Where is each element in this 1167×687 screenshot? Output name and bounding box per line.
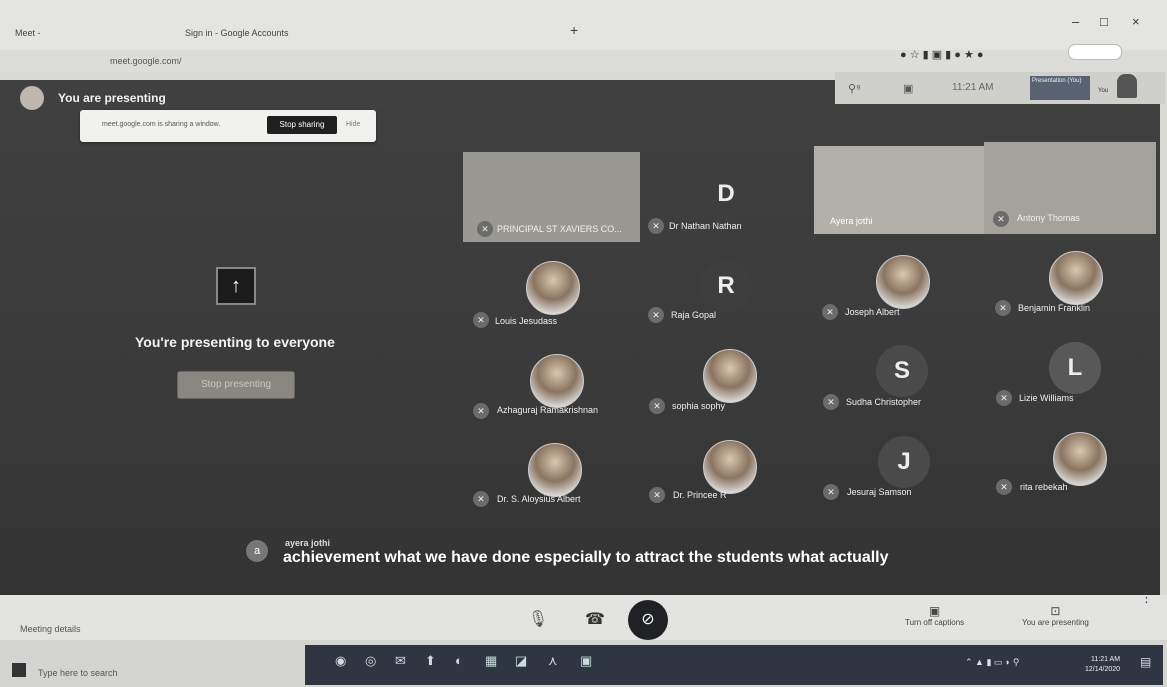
url-text[interactable]: meet.google.com/	[110, 56, 182, 66]
taskbar-search-input[interactable]: Type here to search	[38, 668, 118, 678]
store-icon[interactable]: ⬆	[425, 653, 436, 669]
share-notice: meet.google.com is sharing a window.	[102, 121, 221, 128]
browser-tab-google-accounts[interactable]: Sign in - Google Accounts	[185, 28, 289, 38]
participant-photo	[876, 255, 930, 309]
close-window-button[interactable]: ×	[1132, 14, 1140, 29]
mic-off-icon: ✕	[822, 304, 838, 320]
settings-icon[interactable]: ▣	[580, 653, 592, 669]
captions-icon: ▣	[928, 604, 941, 618]
mic-off-icon: ✕	[473, 312, 489, 328]
meeting-details-button[interactable]: Meeting details	[20, 624, 81, 634]
you-are-presenting-title: You are presenting	[58, 91, 166, 105]
participant-initial-avatar: J	[878, 436, 930, 488]
mic-off-icon: ✕	[823, 484, 839, 500]
participant-initial-avatar: R	[700, 260, 752, 312]
people-icon[interactable]: ⚲⁹	[848, 82, 861, 95]
stop-sharing-button[interactable]: Stop sharing	[267, 116, 337, 134]
participant-photo	[526, 261, 580, 315]
mic-off-icon: ✕	[648, 307, 664, 323]
participant-name: PRINCIPAL ST XAVIERS CO...	[497, 224, 622, 234]
present-upload-icon: ↑	[216, 267, 256, 305]
participant-name: Joseph Albert	[845, 307, 900, 317]
present-icon: ⊡	[1050, 604, 1061, 618]
new-tab-button[interactable]: +	[570, 22, 578, 38]
participant-photo	[1049, 251, 1103, 305]
presentation-thumbnail[interactable]: Presentation (You)	[1030, 76, 1090, 100]
meet-clock: 11:21 AM	[952, 82, 994, 93]
participant-name: Louis Jesudass	[495, 316, 558, 326]
participant-initial-avatar: S	[876, 345, 928, 397]
presenting-heading: You're presenting to everyone	[135, 334, 335, 350]
end-call-icon[interactable]: ☎	[575, 600, 615, 640]
mic-off-icon: ✕	[649, 487, 665, 503]
mic-off-icon: ✕	[996, 479, 1012, 495]
minimize-button[interactable]: –	[1072, 14, 1079, 29]
explorer-icon[interactable]: ▦	[485, 653, 497, 669]
participant-name: Dr. Princee R	[673, 490, 727, 500]
participant-name: Azhaguraj Ramakrishnan	[497, 405, 599, 415]
mic-off-icon: ✕	[995, 300, 1011, 316]
mic-off-icon: ✕	[477, 221, 493, 237]
participant-photo	[703, 349, 757, 403]
participant-name: Sudha Christopher	[846, 397, 922, 407]
participant-initial-avatar: L	[1049, 342, 1101, 394]
participant-photo	[1053, 432, 1107, 486]
participant-photo	[530, 354, 584, 408]
chrome-icon[interactable]: ◉	[335, 653, 346, 669]
mic-off-icon: ✕	[993, 211, 1009, 227]
participant-name: Benjamin Franklin	[1018, 303, 1091, 313]
stop-presenting-button[interactable]: Stop presenting	[177, 371, 295, 399]
browser-tab-strip	[0, 0, 1167, 50]
caption-text: achievement what we have done especially…	[283, 549, 889, 566]
participant-name: Lizie Williams	[1019, 393, 1074, 403]
microphone-icon[interactable]: 🎙	[518, 600, 558, 640]
participant-name: Ayera jothi	[830, 216, 873, 226]
captions-button[interactable]: ▣ Turn off captions	[905, 604, 964, 627]
windows-start-icon[interactable]	[12, 663, 26, 677]
caption-speaker-avatar: a	[246, 540, 268, 562]
acrobat-icon[interactable]: ⋏	[548, 653, 558, 669]
more-options-icon[interactable]: ⋮	[1140, 590, 1153, 606]
taskbar-clock[interactable]: 11:21 AM 12/14/2020	[1085, 655, 1120, 675]
participant-name: Antony Thomas	[1017, 213, 1080, 223]
participant-photo	[528, 443, 582, 497]
mic-off-icon: ✕	[473, 491, 489, 507]
self-label: You	[1098, 88, 1109, 94]
avatar	[20, 86, 44, 110]
mail-icon[interactable]: ✉	[395, 653, 406, 669]
system-tray-icons[interactable]: ⌃ ▲ ▮ ▭ ◗ ⚲	[965, 657, 1019, 668]
meet-top-strip	[835, 72, 1165, 104]
participant-initial-avatar: D	[700, 168, 752, 220]
participant-name: sophia sophy	[672, 401, 726, 411]
hide-button[interactable]: Hide	[346, 121, 360, 128]
notifications-icon[interactable]: ▤	[1140, 655, 1151, 669]
present-now-button[interactable]: ⊡ You are presenting	[1022, 604, 1089, 627]
browser-tab-meet[interactable]: Meet -	[15, 28, 41, 38]
participant-name: Dr Nathan Nathan	[669, 221, 742, 231]
participant-name: Dr. S. Aloysius Albert	[497, 494, 581, 504]
camera-off-icon[interactable]: ⊘	[628, 600, 668, 640]
mic-off-icon: ✕	[649, 398, 665, 414]
extension-icons[interactable]: ● ☆ ▮ ▣ ▮ ● ★ ●	[900, 48, 984, 61]
mic-off-icon: ✕	[823, 394, 839, 410]
firefox-icon[interactable]: ◐	[455, 653, 463, 668]
browser-icon[interactable]: ◎	[365, 653, 376, 669]
maximize-button[interactable]: □	[1100, 14, 1108, 29]
photos-icon[interactable]: ◪	[515, 653, 527, 669]
self-avatar-thumb	[1117, 74, 1137, 98]
mic-off-icon: ✕	[996, 390, 1012, 406]
profile-button[interactable]	[1068, 44, 1122, 60]
mic-off-icon: ✕	[473, 403, 489, 419]
participant-photo	[703, 440, 757, 494]
participant-name: rita rebekah	[1020, 482, 1068, 492]
sharing-banner: meet.google.com is sharing a window. Sto…	[80, 110, 376, 142]
participant-name: Raja Gopal	[671, 310, 717, 320]
chat-icon[interactable]: ▣	[903, 82, 913, 95]
mic-off-icon: ✕	[648, 218, 664, 234]
caption-speaker-name: ayera jothi	[285, 538, 331, 548]
participant-name: Jesuraj Samson	[847, 487, 912, 497]
